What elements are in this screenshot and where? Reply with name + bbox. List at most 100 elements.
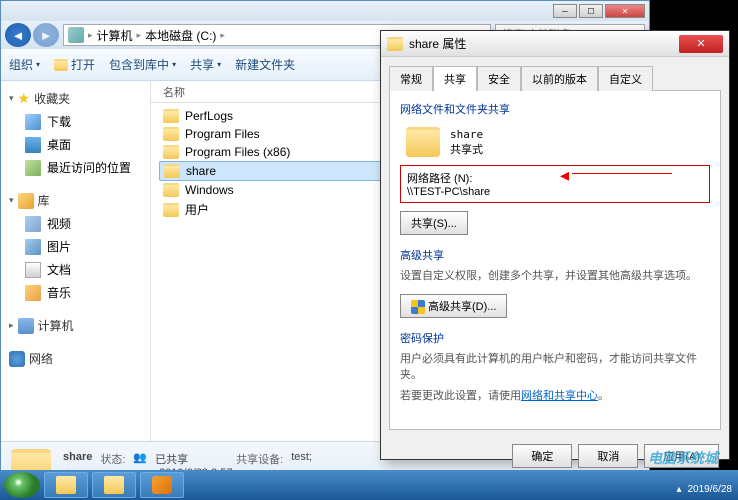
share-button[interactable]: 共享(S)... [400, 211, 468, 235]
status-state-value: 已共享 [155, 451, 188, 467]
sidebar-item-pictures[interactable]: 图片 [5, 235, 146, 258]
organize-menu[interactable]: 组织▾ [9, 56, 40, 73]
folder-icon [163, 127, 179, 141]
picture-icon [25, 239, 41, 255]
sidebar-item-documents[interactable]: 文档 [5, 258, 146, 281]
annotation-arrow: ◂ [560, 165, 569, 186]
folder-icon [406, 127, 440, 157]
taskbar-explorer-button[interactable] [44, 472, 88, 498]
new-folder-button[interactable]: 新建文件夹 [235, 56, 295, 73]
dialog-body: 网络文件和文件夹共享 share 共享式 网络路径 (N): \\TEST-PC… [389, 90, 721, 430]
ok-button[interactable]: 确定 [512, 444, 572, 468]
maximize-button[interactable]: ☐ [579, 4, 603, 18]
caret-down-icon: ▾ [172, 60, 176, 69]
sidebar-libraries-header[interactable]: ▾库 [5, 189, 146, 212]
shield-icon [411, 300, 425, 314]
network-path-value: \\TEST-PC\share [407, 186, 703, 198]
sidebar-item-recent[interactable]: 最近访问的位置 [5, 156, 146, 179]
advanced-description: 设置自定义权限，创建多个共享，并设置其他高级共享选项。 [400, 269, 710, 284]
tab-previous-versions[interactable]: 以前的版本 [521, 66, 598, 91]
chevron-down-icon: ▾ [9, 93, 14, 104]
share-mode: 共享式 [450, 141, 483, 157]
network-icon [9, 351, 25, 367]
sidebar: ▾★收藏夹 下载 桌面 最近访问的位置 ▾库 视频 图片 文档 音乐 ▸计算机 … [1, 81, 151, 441]
caret-down-icon: ▾ [217, 60, 221, 69]
advanced-sharing-button[interactable]: 高级共享(D)... [400, 294, 507, 318]
sidebar-item-desktop[interactable]: 桌面 [5, 133, 146, 156]
sidebar-item-network[interactable]: 网络 [5, 347, 146, 370]
column-name[interactable]: 名称 [159, 84, 189, 100]
folder-icon [104, 476, 124, 494]
status-name: share [63, 451, 92, 467]
breadcrumb-drive[interactable]: 本地磁盘 (C:) [145, 27, 216, 44]
section-file-sharing-header: 网络文件和文件夹共享 [400, 101, 710, 117]
document-icon [25, 262, 41, 278]
desktop-icon [25, 137, 41, 153]
chevron-right-icon: ▸ [88, 30, 93, 41]
folder-icon [54, 59, 68, 71]
cancel-button[interactable]: 取消 [578, 444, 638, 468]
tab-custom[interactable]: 自定义 [598, 66, 653, 91]
star-icon: ★ [18, 90, 31, 107]
chevron-right-icon: ▸ [220, 30, 225, 41]
dialog-titlebar[interactable]: share 属性 ✕ [381, 31, 729, 57]
music-icon [25, 285, 41, 301]
chevron-right-icon: ▸ [9, 320, 14, 331]
dialog-title: share 属性 [409, 35, 679, 52]
network-center-link[interactable]: 网络和共享中心 [521, 390, 598, 402]
sidebar-item-music[interactable]: 音乐 [5, 281, 146, 304]
taskbar-explorer-button-2[interactable] [92, 472, 136, 498]
password-description-1: 用户必须具有此计算机的用户帐户和密码，才能访问共享文件夹。 [400, 352, 710, 383]
folder-icon [387, 37, 403, 51]
sidebar-item-videos[interactable]: 视频 [5, 212, 146, 235]
video-icon [25, 216, 41, 232]
tab-strip: 常规 共享 安全 以前的版本 自定义 [389, 65, 721, 90]
start-button[interactable] [4, 472, 40, 498]
sidebar-favorites-header[interactable]: ▾★收藏夹 [5, 87, 146, 110]
password-description-2: 若要更改此设置，请使用网络和共享中心。 [400, 389, 710, 404]
network-path-box: 网络路径 (N): \\TEST-PC\share [400, 165, 710, 203]
breadcrumb-root[interactable]: 计算机 [97, 27, 133, 44]
drive-icon [68, 27, 84, 43]
folder-icon [56, 476, 76, 494]
recent-icon [25, 160, 41, 176]
nav-back-button[interactable]: ◄ [5, 23, 31, 47]
include-menu[interactable]: 包含到库中▾ [109, 56, 176, 73]
minimize-button[interactable]: ─ [553, 4, 577, 18]
status-device-label: 共享设备: [236, 451, 283, 467]
folder-icon [163, 183, 179, 197]
sidebar-item-downloads[interactable]: 下载 [5, 110, 146, 133]
tray-date: 2019/6/28 [688, 484, 733, 495]
share-menu[interactable]: 共享▾ [190, 56, 221, 73]
nav-forward-button[interactable]: ► [33, 23, 59, 47]
computer-icon [18, 318, 34, 334]
status-state-label: 状态: [100, 451, 125, 467]
close-button[interactable]: ✕ [605, 4, 645, 18]
share-folder-name: share [450, 128, 483, 141]
tab-security[interactable]: 安全 [477, 66, 521, 91]
chevron-down-icon: ▾ [9, 195, 14, 206]
tab-general[interactable]: 常规 [389, 66, 433, 91]
sidebar-item-computer[interactable]: ▸计算机 [5, 314, 146, 337]
tray-caret-icon[interactable]: ▴ [676, 484, 681, 495]
chevron-right-icon: ▸ [137, 30, 142, 41]
open-button[interactable]: 打开 [54, 56, 95, 73]
tab-sharing[interactable]: 共享 [433, 66, 477, 91]
taskbar: ▴ 2019/6/28 [0, 470, 738, 500]
folder-icon [164, 164, 180, 178]
status-device-value: test; [291, 451, 312, 467]
shared-icon: 👥 [133, 451, 147, 467]
folder-icon [163, 145, 179, 159]
library-icon [18, 193, 34, 209]
section-password-header: 密码保护 [400, 330, 710, 346]
caret-down-icon: ▾ [36, 60, 40, 69]
taskbar-media-button[interactable] [140, 472, 184, 498]
explorer-titlebar: ─ ☐ ✕ [1, 1, 649, 21]
properties-dialog: share 属性 ✕ 常规 共享 安全 以前的版本 自定义 网络文件和文件夹共享… [380, 30, 730, 460]
dialog-close-button[interactable]: ✕ [679, 35, 723, 53]
download-icon [25, 114, 41, 130]
system-tray[interactable]: ▴ 2019/6/28 [676, 484, 732, 495]
folder-icon [163, 203, 179, 217]
folder-icon [163, 109, 179, 123]
watermark: 电脑系统城 [648, 448, 718, 468]
